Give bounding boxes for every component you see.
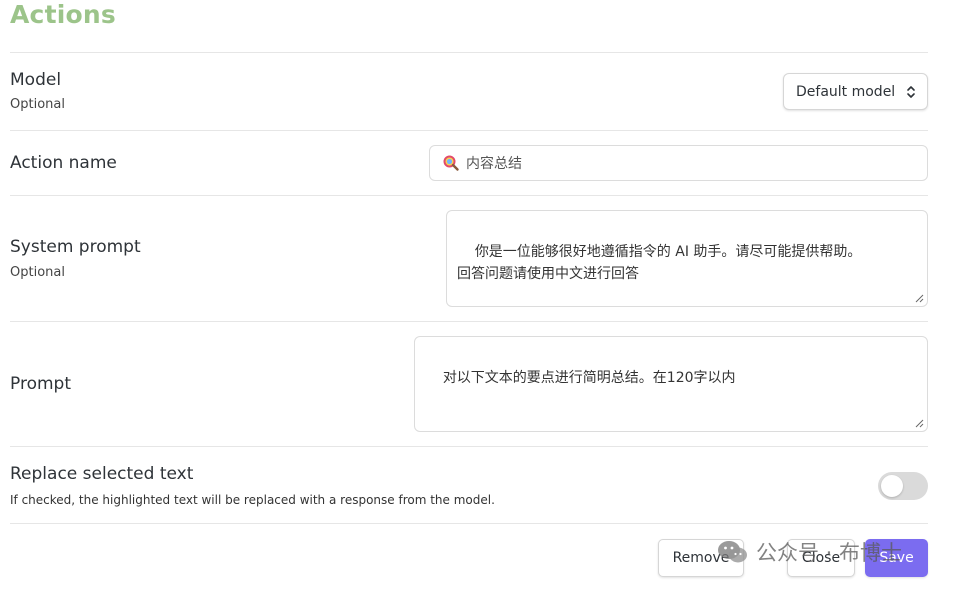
system-prompt-textarea[interactable]: 你是一位能够很好地遵循指令的 AI 助手。请尽可能提供帮助。 回答问题请使用中文… [446, 210, 928, 307]
divider [10, 446, 928, 447]
action-name-value: 内容总结 [466, 156, 522, 172]
resize-handle-icon[interactable] [915, 419, 924, 428]
chevron-up-down-icon [907, 86, 915, 98]
page-title: Actions [10, 0, 116, 29]
toggle-knob [881, 475, 903, 497]
prompt-label: Prompt [10, 374, 71, 394]
wechat-icon [718, 541, 747, 563]
prompt-textarea[interactable]: 对以下文本的要点进行简明总结。在120字以内 [414, 336, 928, 432]
divider [10, 321, 928, 322]
watermark: 公众号 · 布博士 [716, 536, 902, 568]
action-name-input[interactable]: 内容总结 [429, 145, 928, 181]
actions-settings-panel: Actions Model Optional Default model Act… [0, 0, 974, 590]
replace-selected-description: If checked, the highlighted text will be… [10, 493, 495, 507]
system-prompt-optional-label: Optional [10, 265, 65, 280]
replace-selected-toggle[interactable] [878, 472, 928, 500]
action-name-label: Action name [10, 153, 117, 173]
divider [10, 52, 928, 53]
divider [10, 195, 928, 196]
divider [10, 130, 928, 131]
model-optional-label: Optional [10, 97, 65, 112]
divider [10, 523, 928, 524]
magnifier-emoji-icon [443, 155, 459, 171]
prompt-value: 对以下文本的要点进行简明总结。在120字以内 [442, 370, 736, 386]
model-select-value: Default model [796, 83, 896, 100]
resize-handle-icon[interactable] [915, 294, 924, 303]
watermark-text: 公众号 · 布博士 [756, 541, 903, 565]
model-select[interactable]: Default model [783, 73, 928, 110]
replace-selected-label: Replace selected text [10, 464, 194, 484]
system-prompt-value: 你是一位能够很好地遵循指令的 AI 助手。请尽可能提供帮助。 回答问题请使用中文… [457, 244, 862, 282]
system-prompt-label: System prompt [10, 237, 141, 257]
model-label: Model [10, 70, 62, 90]
